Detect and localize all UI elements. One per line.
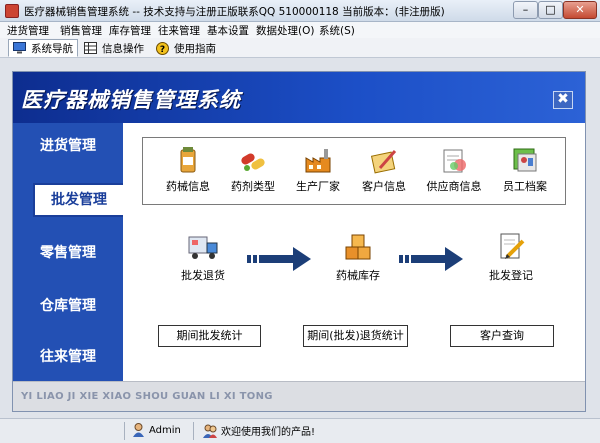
menu-settings[interactable]: 基本设置 <box>207 23 249 38</box>
sidebar-item-accounts[interactable]: 往来管理 <box>13 340 123 374</box>
arrow-icon <box>247 247 311 271</box>
customer-query-button[interactable]: 客户查询 <box>450 325 554 347</box>
svg-text:?: ? <box>160 45 165 55</box>
sidebar-item-wholesale[interactable]: 批发管理 <box>33 183 123 217</box>
module-label: 供应商信息 <box>426 180 482 193</box>
grid-icon <box>84 42 97 54</box>
toolbar: 系统导航 信息操作 ? 使用指南 <box>0 38 600 58</box>
tab-info-ops[interactable]: 信息操作 <box>84 39 144 57</box>
banner: 医疗器械销售管理系统 ✖ <box>13 72 585 123</box>
status-user-name: Admin <box>149 424 181 436</box>
status-message: 欢迎使用我们的产品! <box>203 423 315 438</box>
module-label: 员工档案 <box>503 180 547 193</box>
content-area: 药械信息 药剂类型 生产厂家 客户信息 供应商信息 员工档案 批发退货 药械库存… <box>123 123 585 381</box>
module-employee[interactable]: 员工档案 <box>495 146 555 194</box>
module-label: 药剂类型 <box>231 180 275 193</box>
factory-icon <box>304 146 332 174</box>
sidebar-item-retail[interactable]: 零售管理 <box>13 236 123 270</box>
close-button[interactable]: ✕ <box>563 1 597 19</box>
status-bar: Admin 欢迎使用我们的产品! <box>0 418 600 443</box>
status-divider <box>124 422 125 440</box>
period-wholesale-stats-button[interactable]: 期间批发统计 <box>158 325 261 347</box>
help-icon: ? <box>156 42 169 55</box>
module-drug-info[interactable]: 药械信息 <box>158 146 218 194</box>
sidebar-item-warehouse[interactable]: 仓库管理 <box>13 289 123 323</box>
module-drug-type[interactable]: 药剂类型 <box>223 146 283 194</box>
sidebar: 进货管理 批发管理 零售管理 仓库管理 往来管理 <box>13 123 123 381</box>
user-icon <box>133 423 144 437</box>
system-title: 医疗器械销售管理系统 <box>21 87 241 112</box>
minimize-button[interactable]: – <box>513 1 538 19</box>
truck-icon <box>187 231 219 263</box>
menu-bar: 进货管理 销售管理 库存管理 往来管理 基本设置 数据处理(O) 系统(S) <box>0 22 600 38</box>
medicine-bottle-icon <box>174 146 202 174</box>
maximize-button[interactable]: □ <box>538 1 563 19</box>
module-label: 药械信息 <box>166 180 210 193</box>
app-icon <box>5 4 19 18</box>
module-manufacturer[interactable]: 生产厂家 <box>288 146 348 194</box>
window-title: 医疗器械销售管理系统 -- 技术支持与注册正版联系QQ 510000118 当前… <box>24 6 445 18</box>
flow-label: 药械库存 <box>336 269 380 282</box>
title-bar: 医疗器械销售管理系统 -- 技术支持与注册正版联系QQ 510000118 当前… <box>0 0 600 22</box>
module-label: 客户信息 <box>362 180 406 193</box>
edit-document-icon <box>495 231 527 263</box>
tab-user-guide[interactable]: ? 使用指南 <box>156 39 216 57</box>
menu-purchase[interactable]: 进货管理 <box>7 23 49 38</box>
module-supplier[interactable]: 供应商信息 <box>424 146 484 194</box>
supplier-doc-icon <box>440 146 468 174</box>
sidebar-item-purchase[interactable]: 进货管理 <box>13 129 123 163</box>
flow-wholesale-return[interactable]: 批发退货 <box>173 231 233 283</box>
menu-inventory[interactable]: 库存管理 <box>109 23 151 38</box>
status-user: Admin <box>132 423 181 437</box>
module-group: 药械信息 药剂类型 生产厂家 客户信息 供应商信息 员工档案 <box>142 137 566 205</box>
flow-label: 批发退货 <box>181 269 225 282</box>
flow-label: 批发登记 <box>489 269 533 282</box>
menu-system[interactable]: 系统(S) <box>319 23 355 38</box>
status-divider <box>193 422 194 440</box>
menu-sales[interactable]: 销售管理 <box>60 23 102 38</box>
flow-drug-stock[interactable]: 药械库存 <box>328 231 388 283</box>
tab-user-guide-label: 使用指南 <box>174 42 216 55</box>
customer-card-icon <box>370 146 398 174</box>
boxes-icon <box>342 231 374 263</box>
monitor-icon <box>13 42 26 54</box>
arrow-icon <box>399 247 463 271</box>
footer-pinyin: YI LIAO JI XIE XIAO SHOU GUAN LI XI TONG <box>21 391 273 402</box>
flow-wholesale-register[interactable]: 批发登记 <box>481 231 541 283</box>
tab-system-nav-label: 系统导航 <box>31 42 73 55</box>
status-welcome-text: 欢迎使用我们的产品! <box>221 427 316 438</box>
users-icon <box>203 424 217 438</box>
close-panel-button[interactable]: ✖ <box>553 91 573 109</box>
main-panel: 医疗器械销售管理系统 ✖ 进货管理 批发管理 零售管理 仓库管理 往来管理 药械… <box>12 71 586 412</box>
tab-info-ops-label: 信息操作 <box>102 42 144 55</box>
period-return-stats-button[interactable]: 期间(批发)退货统计 <box>303 325 408 347</box>
footer: YI LIAO JI XIE XIAO SHOU GUAN LI XI TONG <box>13 381 585 411</box>
tab-system-nav[interactable]: 系统导航 <box>8 39 78 57</box>
employee-file-icon <box>511 146 539 174</box>
pills-icon <box>239 146 267 174</box>
module-customer[interactable]: 客户信息 <box>354 146 414 194</box>
menu-data[interactable]: 数据处理(O) <box>256 23 314 38</box>
menu-accounts[interactable]: 往来管理 <box>158 23 200 38</box>
module-label: 生产厂家 <box>296 180 340 193</box>
